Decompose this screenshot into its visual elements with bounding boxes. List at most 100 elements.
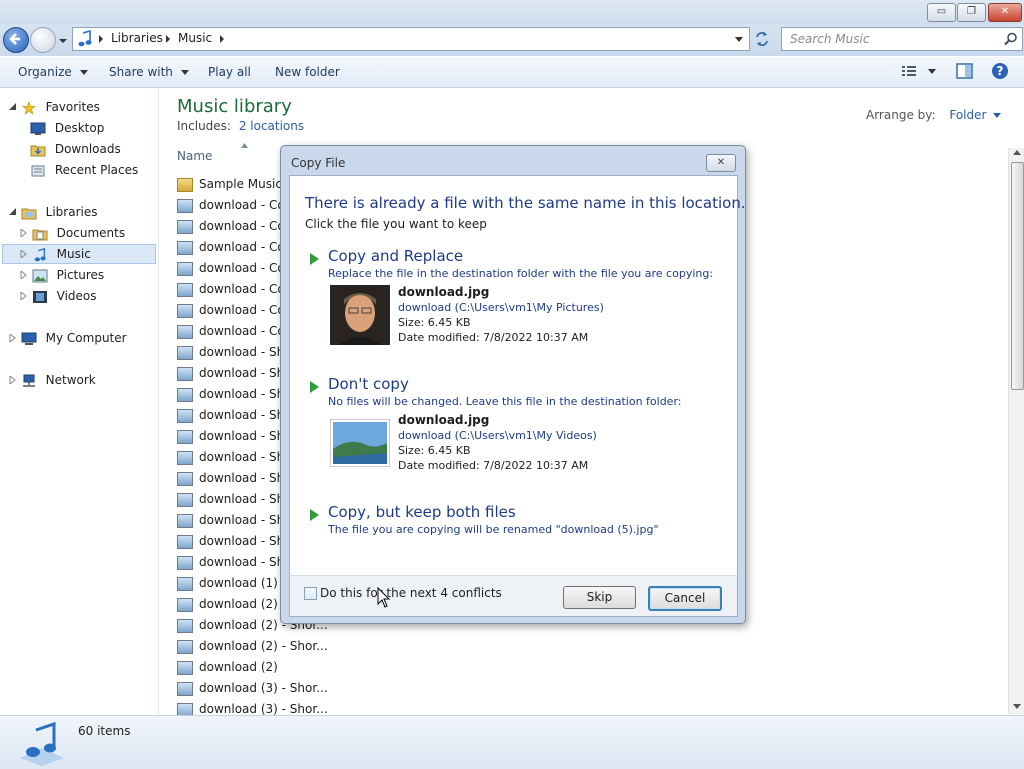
option2-file-date: Date modified: 7/8/2022 10:37 AM bbox=[398, 459, 589, 472]
file-list-item[interactable]: download - Sho bbox=[177, 447, 292, 468]
recent-pages-dropdown[interactable] bbox=[58, 34, 68, 48]
file-list-item[interactable]: download - Co bbox=[177, 279, 285, 300]
file-name: download - Co bbox=[199, 219, 285, 233]
file-list-item[interactable]: download (1) bbox=[177, 573, 278, 594]
downloads-folder-icon bbox=[30, 145, 46, 156]
address-dropdown-icon[interactable] bbox=[734, 36, 744, 43]
address-bar[interactable]: Libraries Music bbox=[72, 27, 750, 51]
address-row: Libraries Music Search Music bbox=[0, 24, 1024, 56]
file-list-item[interactable]: download - Sho bbox=[177, 552, 292, 573]
dialog-close-button[interactable]: ✕ bbox=[706, 154, 736, 172]
maximize-button[interactable]: ❐ bbox=[957, 3, 986, 22]
new-folder-button[interactable]: New folder bbox=[275, 65, 340, 79]
nav-pictures-label: Pictures bbox=[56, 268, 105, 282]
back-button[interactable] bbox=[3, 27, 29, 53]
play-all-button[interactable]: Play all bbox=[208, 65, 251, 79]
conflicts-checkbox-label[interactable]: Do this for the next 4 conflicts bbox=[320, 586, 502, 600]
column-header-name[interactable]: Name bbox=[177, 149, 212, 163]
chevron-down-icon bbox=[993, 113, 1002, 118]
file-list-item[interactable]: download - Sho bbox=[177, 468, 292, 489]
file-list-item[interactable]: download - Sho bbox=[177, 342, 292, 363]
minimize-button[interactable]: ▭ bbox=[927, 3, 956, 22]
breadcrumb-libraries[interactable]: Libraries bbox=[111, 31, 163, 45]
nav-pictures[interactable]: Pictures bbox=[20, 265, 104, 285]
search-input[interactable]: Search Music bbox=[790, 32, 869, 46]
breadcrumb-music[interactable]: Music bbox=[178, 31, 212, 45]
nav-libraries[interactable]: Libraries bbox=[9, 202, 97, 222]
scroll-up-icon[interactable] bbox=[1013, 150, 1021, 156]
file-list-item[interactable]: download - Co bbox=[177, 195, 285, 216]
nav-music[interactable]: Music bbox=[20, 244, 91, 264]
image-file-icon bbox=[177, 198, 193, 213]
refresh-button[interactable] bbox=[752, 29, 772, 49]
skip-button[interactable]: Skip bbox=[563, 586, 636, 609]
arrange-dropdown[interactable]: Folder bbox=[949, 108, 1002, 122]
option2-file-info: download.jpg download (C:\Users\vm1\My V… bbox=[398, 413, 597, 473]
locations-link[interactable]: 2 locations bbox=[239, 119, 304, 133]
dont-copy-option[interactable]: Don't copy No files will be changed. Lea… bbox=[310, 375, 720, 479]
nav-desktop-label: Desktop bbox=[54, 121, 105, 135]
view-options-button[interactable] bbox=[902, 64, 938, 81]
nav-music-label: Music bbox=[56, 247, 91, 261]
search-icon[interactable] bbox=[1004, 32, 1018, 46]
nav-recent-places[interactable]: Recent Places bbox=[30, 160, 138, 180]
nav-desktop[interactable]: Desktop bbox=[30, 118, 104, 138]
file-list-item[interactable]: download - Sho bbox=[177, 384, 292, 405]
share-with-button[interactable]: Share with bbox=[109, 65, 189, 79]
nav-libraries-label: Libraries bbox=[45, 205, 98, 219]
organize-button[interactable]: Organize bbox=[18, 65, 88, 79]
preview-pane-button[interactable] bbox=[956, 63, 973, 82]
nav-my-computer[interactable]: My Computer bbox=[9, 328, 127, 348]
image-file-icon bbox=[177, 639, 193, 654]
vertical-scrollbar[interactable] bbox=[1008, 148, 1024, 714]
file-name: download - Co bbox=[199, 324, 285, 338]
file-list-item[interactable]: download - Co bbox=[177, 237, 285, 258]
file-list-item[interactable]: download - Co bbox=[177, 216, 285, 237]
file-list-item[interactable]: download - Sho bbox=[177, 363, 292, 384]
help-button[interactable]: ? bbox=[991, 62, 1009, 83]
keep-both-option[interactable]: Copy, but keep both files The file you a… bbox=[310, 503, 720, 543]
file-list-item[interactable]: download - Co bbox=[177, 258, 285, 279]
nav-favorites[interactable]: Favorites bbox=[9, 97, 100, 117]
conflicts-checkbox[interactable] bbox=[304, 587, 317, 600]
file-list-item[interactable]: download (3) - Shor... bbox=[177, 678, 328, 699]
file-list-item[interactable]: download (2) - bbox=[177, 594, 286, 615]
file-name: download - Sho bbox=[199, 471, 292, 485]
copy-and-replace-option[interactable]: Copy and Replace Replace the file in the… bbox=[310, 247, 720, 351]
landscape-thumbnail bbox=[330, 419, 390, 467]
file-list-item[interactable]: download - Co bbox=[177, 300, 285, 321]
file-list-item[interactable]: download - Sho bbox=[177, 405, 292, 426]
collapsed-triangle-icon bbox=[9, 374, 16, 386]
image-file-icon bbox=[177, 408, 193, 423]
scroll-thumb[interactable] bbox=[1011, 162, 1024, 390]
image-file-icon bbox=[177, 618, 193, 633]
music-library-icon bbox=[20, 721, 64, 766]
nav-network[interactable]: Network bbox=[9, 370, 96, 390]
nav-videos[interactable]: Videos bbox=[20, 286, 97, 306]
search-box[interactable]: Search Music bbox=[781, 27, 1023, 51]
scroll-down-icon[interactable] bbox=[1013, 704, 1021, 710]
nav-documents-label: Documents bbox=[56, 226, 126, 240]
chevron-down-icon bbox=[59, 39, 67, 43]
back-arrow-icon bbox=[9, 33, 20, 45]
file-list-item[interactable]: Sample Music bbox=[177, 174, 282, 195]
image-file-icon bbox=[177, 534, 193, 549]
nav-network-label: Network bbox=[45, 373, 96, 387]
file-list-item[interactable]: download (2) - Shor... bbox=[177, 636, 328, 657]
file-list-item[interactable]: download (2) bbox=[177, 657, 278, 678]
forward-button[interactable] bbox=[30, 27, 56, 53]
image-file-icon bbox=[177, 576, 193, 591]
close-window-button[interactable]: ✕ bbox=[988, 3, 1022, 22]
image-file-icon bbox=[177, 597, 193, 612]
nav-documents[interactable]: Documents bbox=[20, 223, 125, 243]
file-list-item[interactable]: download - Sho bbox=[177, 510, 292, 531]
file-list-item[interactable]: download - Sho bbox=[177, 489, 292, 510]
file-list-item[interactable]: download - Co bbox=[177, 321, 285, 342]
file-list-item[interactable]: download - Sho bbox=[177, 426, 292, 447]
arrange-value: Folder bbox=[949, 108, 987, 122]
option3-title: Copy, but keep both files bbox=[328, 503, 516, 521]
image-file-icon bbox=[177, 240, 193, 255]
file-list-item[interactable]: download - Sho bbox=[177, 531, 292, 552]
nav-downloads[interactable]: Downloads bbox=[30, 139, 121, 159]
cancel-button[interactable]: Cancel bbox=[648, 586, 722, 611]
